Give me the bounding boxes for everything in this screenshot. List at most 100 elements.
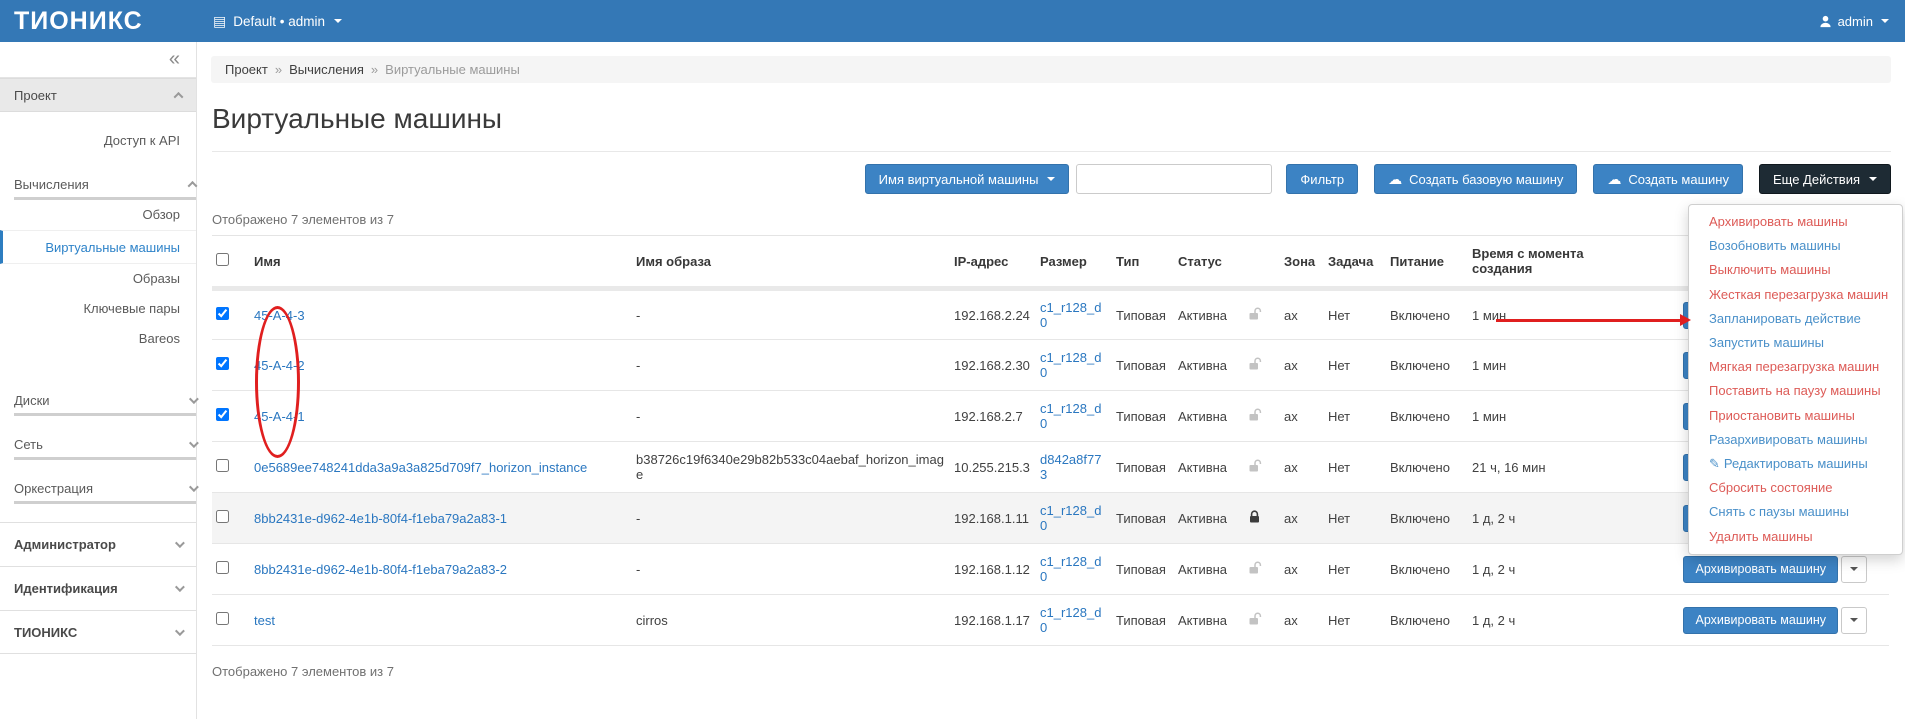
filter-button[interactable]: Фильтр bbox=[1286, 164, 1358, 194]
vm-name-cell: 8bb2431e-d962-4e1b-80f4-f1eba79a2a83-1 bbox=[254, 493, 636, 544]
sidebar-group-Оркестрация[interactable]: Оркестрация bbox=[14, 476, 196, 504]
project-context-label: Default • admin bbox=[233, 14, 325, 29]
lock-closed-icon bbox=[1248, 510, 1261, 527]
breadcrumb-item[interactable]: Вычисления bbox=[289, 62, 364, 77]
menu-item-Сбросить состояние[interactable]: Сбросить состояние bbox=[1689, 476, 1902, 500]
row-actions-toggle[interactable] bbox=[1841, 556, 1867, 583]
sidebar-group-Сеть[interactable]: Сеть bbox=[14, 432, 196, 460]
flavor-link[interactable]: c1_r128_d0 bbox=[1040, 300, 1101, 330]
menu-item-Запланировать действие[interactable]: Запланировать действие bbox=[1689, 307, 1902, 331]
menu-item-Запустить машины[interactable]: Запустить машины bbox=[1689, 331, 1902, 355]
sidebar-item-Ключевые пары[interactable]: Ключевые пары bbox=[0, 294, 196, 324]
power-state-cell: Включено bbox=[1390, 595, 1472, 646]
type-cell: Типовая bbox=[1116, 493, 1178, 544]
menu-item-Приостановить машины[interactable]: Приостановить машины bbox=[1689, 404, 1902, 428]
column-header-Имя[interactable]: Имя bbox=[254, 236, 636, 289]
row-checkbox[interactable] bbox=[216, 561, 229, 574]
sidebar-item-Bareos[interactable]: Bareos bbox=[0, 324, 196, 354]
sidebar-item-Виртуальные машины[interactable]: Виртуальные машины bbox=[0, 230, 196, 264]
chevron-down-icon bbox=[1047, 177, 1055, 181]
project-context-switcher[interactable]: ▤ Default • admin bbox=[213, 13, 342, 30]
vm-name-link[interactable]: 8bb2431e-d962-4e1b-80f4-f1eba79a2a83-2 bbox=[254, 562, 507, 577]
menu-item-Редактировать машины[interactable]: ✎Редактировать машины bbox=[1689, 452, 1902, 476]
search-input[interactable] bbox=[1076, 164, 1272, 194]
sidebar-item-Обзор[interactable]: Обзор bbox=[0, 200, 196, 230]
uptime-cell: 1 д, 2 ч bbox=[1472, 544, 1602, 595]
flavor-link[interactable]: c1_r128_d0 bbox=[1040, 554, 1101, 584]
row-checkbox[interactable] bbox=[216, 357, 229, 370]
row-checkbox[interactable] bbox=[216, 459, 229, 472]
menu-item-Удалить машины[interactable]: Удалить машины bbox=[1689, 525, 1902, 549]
flavor-link[interactable]: c1_r128_d0 bbox=[1040, 605, 1101, 635]
sidebar-collapse-button[interactable]: « bbox=[0, 42, 196, 78]
column-header-Имя образа[interactable]: Имя образа bbox=[636, 236, 954, 289]
user-menu[interactable]: admin bbox=[1819, 14, 1905, 29]
menu-item-Разархивировать машины[interactable]: Разархивировать машины bbox=[1689, 428, 1902, 452]
flavor-link[interactable]: c1_r128_d0 bbox=[1040, 503, 1101, 533]
row-checkbox[interactable] bbox=[216, 612, 229, 625]
flavor-link[interactable]: d842a8f773 bbox=[1040, 452, 1101, 482]
column-header-Питание[interactable]: Питание bbox=[1390, 236, 1472, 289]
sidebar-section-ТИОНИКС[interactable]: ТИОНИКС bbox=[0, 610, 196, 654]
column-header-IP-адрес[interactable]: IP-адрес bbox=[954, 236, 1040, 289]
menu-item-Снять с паузы машины[interactable]: Снять с паузы машины bbox=[1689, 500, 1902, 524]
sidebar-item-Доступ к API[interactable]: Доступ к API bbox=[0, 126, 196, 156]
sidebar-group-Диски[interactable]: Диски bbox=[14, 388, 196, 416]
chevron-down-icon bbox=[1869, 177, 1877, 181]
row-actions-toggle[interactable] bbox=[1841, 607, 1867, 634]
flavor-link[interactable]: c1_r128_d0 bbox=[1040, 401, 1101, 431]
create-base-vm-label: Создать базовую машину bbox=[1409, 172, 1563, 187]
filter-field-dropdown[interactable]: Имя виртуальной машины bbox=[865, 164, 1070, 194]
column-header-Зона[interactable]: Зона bbox=[1284, 236, 1328, 289]
power-state-cell: Включено bbox=[1390, 544, 1472, 595]
breadcrumb-item[interactable]: Проект bbox=[225, 62, 268, 77]
archive-vm-button[interactable]: Архивировать машину bbox=[1683, 607, 1838, 634]
sidebar-item-Образы[interactable]: Образы bbox=[0, 264, 196, 294]
vm-name-link[interactable]: 0e5689ee748241dda3a9a3a825d709f7_horizon… bbox=[254, 460, 587, 475]
sidebar-section-Администратор[interactable]: Администратор bbox=[0, 522, 196, 566]
select-all-checkbox[interactable] bbox=[216, 253, 229, 266]
sidebar-group-Вычисления[interactable]: Вычисления bbox=[14, 172, 196, 200]
breadcrumb-separator: » bbox=[371, 62, 378, 77]
column-header-Время с момента создания[interactable]: Время с момента создания bbox=[1472, 236, 1602, 289]
vm-name-link[interactable]: 45-A-4-3 bbox=[254, 308, 305, 323]
column-header-Статус[interactable]: Статус bbox=[1178, 236, 1248, 289]
menu-item-Жесткая перезагрузка машин[interactable]: Жесткая перезагрузка машин bbox=[1689, 283, 1902, 307]
vm-name-link[interactable]: test bbox=[254, 613, 275, 628]
archive-vm-button[interactable]: Архивировать машину bbox=[1683, 556, 1838, 583]
type-cell: Типовая bbox=[1116, 442, 1178, 493]
flavor-cell: d842a8f773 bbox=[1040, 442, 1116, 493]
menu-item-Архивировать машины[interactable]: Архивировать машины bbox=[1689, 210, 1902, 234]
sidebar-section-Идентификация[interactable]: Идентификация bbox=[0, 566, 196, 610]
create-vm-button[interactable]: ☁ Создать машину bbox=[1593, 164, 1743, 194]
column-header-Задача[interactable]: Задача bbox=[1328, 236, 1390, 289]
row-checkbox-cell bbox=[212, 340, 254, 391]
cloud-upload-icon: ☁ bbox=[1607, 172, 1621, 186]
menu-item-Мягкая перезагрузка машин[interactable]: Мягкая перезагрузка машин bbox=[1689, 355, 1902, 379]
vm-name-link[interactable]: 45-A-4-2 bbox=[254, 358, 305, 373]
chevron-down-icon bbox=[1850, 618, 1858, 622]
row-checkbox[interactable] bbox=[216, 408, 229, 421]
type-cell: Типовая bbox=[1116, 340, 1178, 391]
vm-name-link[interactable]: 45-A-4-1 bbox=[254, 409, 305, 424]
menu-item-Поставить на паузу машины[interactable]: Поставить на паузу машины bbox=[1689, 379, 1902, 403]
row-checkbox[interactable] bbox=[216, 510, 229, 523]
task-cell: Нет bbox=[1328, 544, 1390, 595]
flavor-link[interactable]: c1_r128_d0 bbox=[1040, 350, 1101, 380]
column-header-Размер[interactable]: Размер bbox=[1040, 236, 1116, 289]
vm-name-cell: 45-A-4-3 bbox=[254, 289, 636, 340]
row-checkbox[interactable] bbox=[216, 307, 229, 320]
sidebar-panel-header-Проект[interactable]: Проект bbox=[0, 78, 196, 112]
table-header-row: ИмяИмя образаIP-адресРазмерТипСтатус Зона… bbox=[212, 236, 1889, 289]
menu-item-Выключить машины[interactable]: Выключить машины bbox=[1689, 258, 1902, 282]
more-actions-button[interactable]: Еще Действия bbox=[1759, 164, 1891, 194]
create-base-vm-button[interactable]: ☁ Создать базовую машину bbox=[1374, 164, 1577, 194]
sidebar-section-label: Идентификация bbox=[14, 581, 118, 596]
flavor-cell: c1_r128_d0 bbox=[1040, 544, 1116, 595]
collapse-chevrons-icon: « bbox=[169, 48, 180, 71]
vm-name-link[interactable]: 8bb2431e-d962-4e1b-80f4-f1eba79a2a83-1 bbox=[254, 511, 507, 526]
power-state-cell: Включено bbox=[1390, 289, 1472, 340]
menu-item-Возобновить машины[interactable]: Возобновить машины bbox=[1689, 234, 1902, 258]
sidebar-section-label: Администратор bbox=[14, 537, 116, 552]
column-header-Тип[interactable]: Тип bbox=[1116, 236, 1178, 289]
